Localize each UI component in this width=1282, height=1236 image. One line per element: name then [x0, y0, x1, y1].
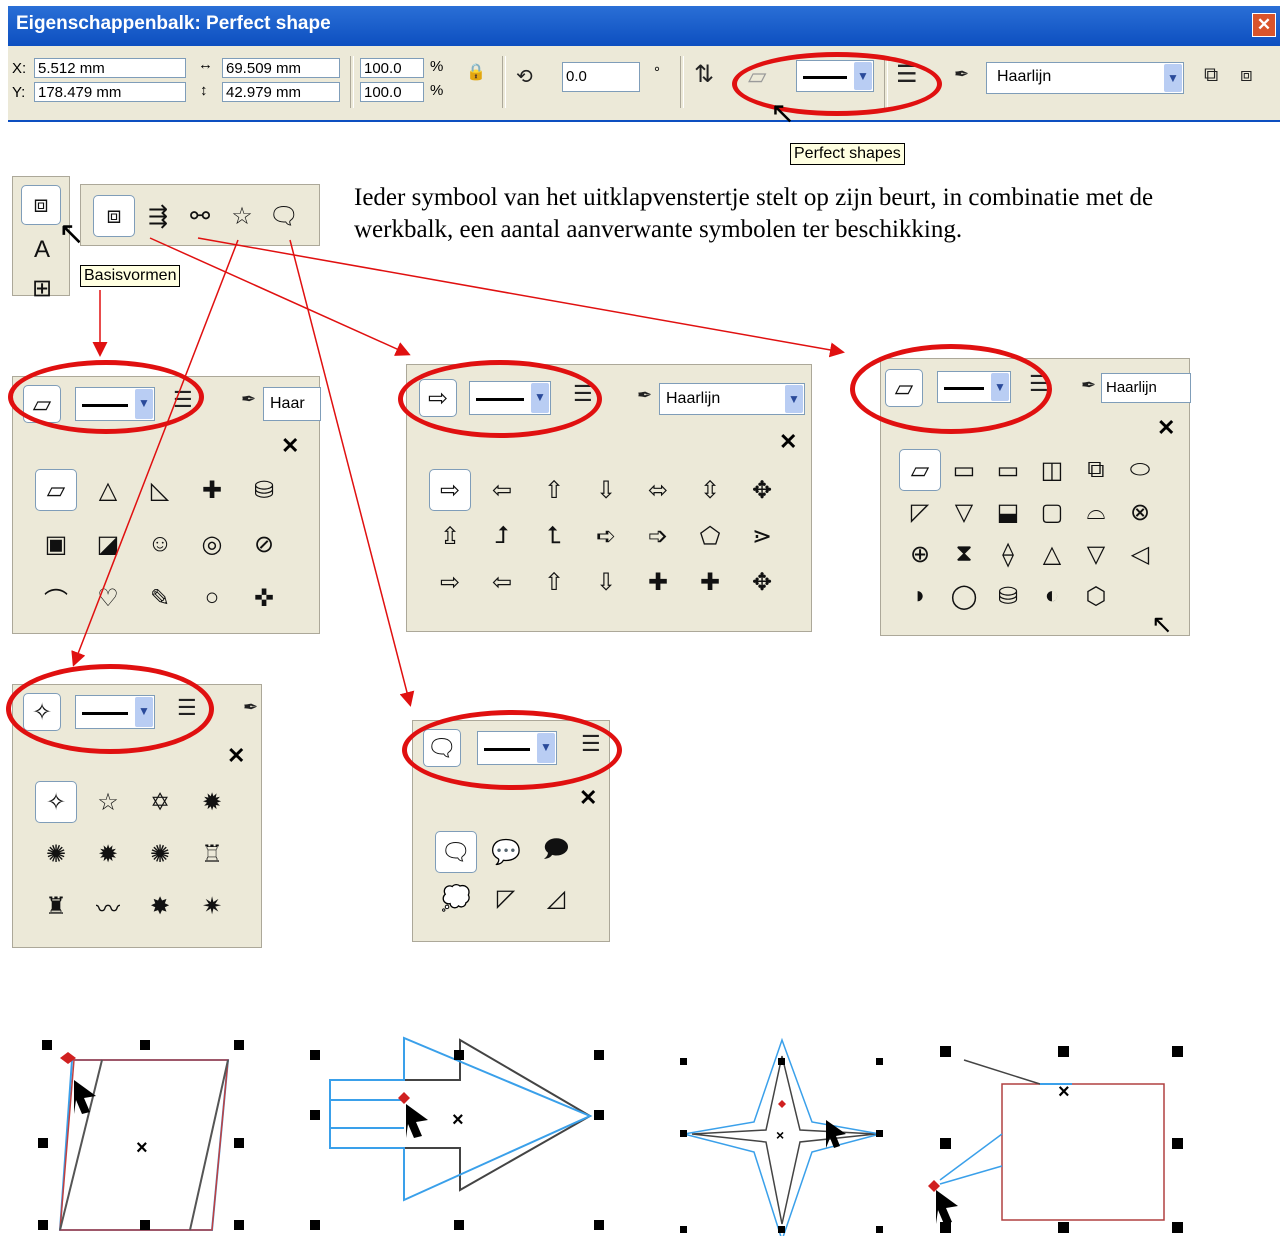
star-example: ×	[680, 1037, 883, 1236]
arrow-to-callouts	[289, 239, 415, 707]
shape-examples: × × × ×	[38, 1036, 1183, 1236]
svg-text:×: ×	[452, 1109, 464, 1131]
svg-text:×: ×	[1058, 1081, 1070, 1103]
svg-text:×: ×	[776, 1127, 784, 1143]
arrow-example: ×	[310, 1036, 604, 1230]
arrow-to-stars	[71, 239, 239, 667]
svg-text:×: ×	[136, 1137, 148, 1159]
arrow-to-arrows	[149, 237, 411, 356]
callout-example: ×	[928, 1046, 1183, 1233]
parallelogram-example: ×	[38, 1040, 244, 1231]
